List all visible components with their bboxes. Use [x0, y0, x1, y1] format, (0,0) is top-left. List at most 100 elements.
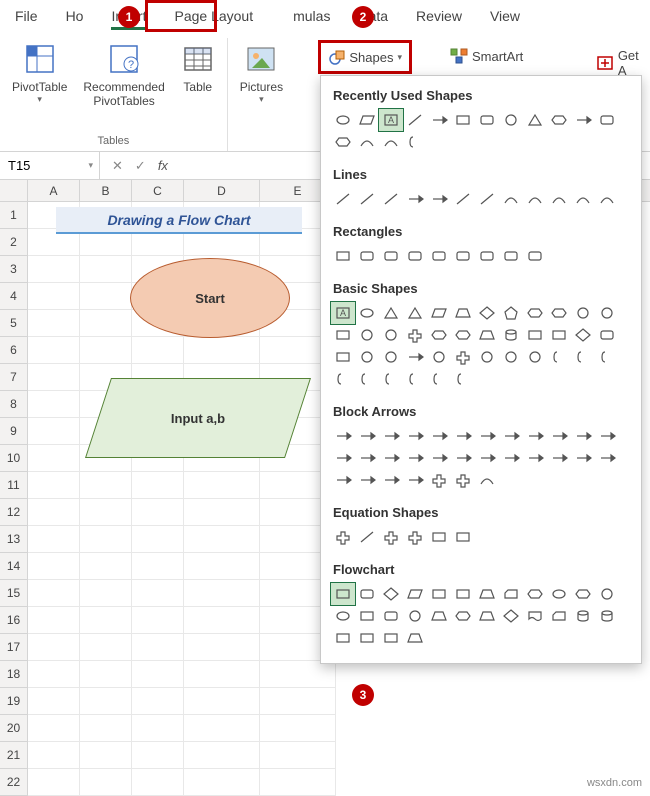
- row-22[interactable]: 22: [0, 769, 28, 796]
- line8[interactable]: [499, 188, 523, 210]
- eq4[interactable]: [403, 526, 427, 548]
- cell[interactable]: [132, 499, 184, 526]
- cell[interactable]: [28, 445, 80, 472]
- fc13[interactable]: [355, 605, 379, 627]
- cell[interactable]: [132, 526, 184, 553]
- b31[interactable]: [499, 346, 523, 368]
- b5[interactable]: [451, 302, 475, 324]
- fc16[interactable]: [427, 605, 451, 627]
- line2[interactable]: [355, 188, 379, 210]
- b27[interactable]: [403, 346, 427, 368]
- pictures-button[interactable]: Pictures ▾: [236, 38, 287, 109]
- b14[interactable]: [379, 324, 403, 346]
- r3[interactable]: [379, 245, 403, 267]
- ba11[interactable]: [595, 425, 619, 447]
- r6[interactable]: [451, 245, 475, 267]
- cell[interactable]: [80, 688, 132, 715]
- ba14[interactable]: [379, 447, 403, 469]
- cell[interactable]: [132, 607, 184, 634]
- fc11[interactable]: [595, 583, 619, 605]
- fc10[interactable]: [571, 583, 595, 605]
- ba_x0[interactable]: [427, 469, 451, 491]
- fc18[interactable]: [475, 605, 499, 627]
- fc17[interactable]: [451, 605, 475, 627]
- eq3[interactable]: [379, 526, 403, 548]
- cell[interactable]: [28, 634, 80, 661]
- cell[interactable]: [28, 607, 80, 634]
- ba21[interactable]: [547, 447, 571, 469]
- r1[interactable]: [331, 245, 355, 267]
- row-21[interactable]: 21: [0, 742, 28, 769]
- ba18[interactable]: [475, 447, 499, 469]
- cell[interactable]: [260, 769, 336, 796]
- flowchart-input-parallelogram[interactable]: Input a,b: [98, 378, 298, 458]
- cell[interactable]: [132, 742, 184, 769]
- cell[interactable]: [184, 607, 260, 634]
- row-18[interactable]: 18: [0, 661, 28, 688]
- cell[interactable]: [184, 472, 260, 499]
- tab-home[interactable]: Ho: [66, 8, 84, 24]
- cell[interactable]: [28, 661, 80, 688]
- shape-curve[interactable]: [355, 131, 379, 153]
- b41[interactable]: [451, 368, 475, 390]
- row-9[interactable]: 9: [0, 418, 28, 445]
- row-14[interactable]: 14: [0, 553, 28, 580]
- shape-circ[interactable]: [499, 109, 523, 131]
- row-20[interactable]: 20: [0, 715, 28, 742]
- col-C[interactable]: C: [132, 180, 184, 201]
- shape-line[interactable]: [403, 109, 427, 131]
- shape-par[interactable]: [355, 109, 379, 131]
- cell[interactable]: [28, 256, 80, 283]
- row-1[interactable]: 1: [0, 202, 28, 229]
- b7[interactable]: [499, 302, 523, 324]
- b36[interactable]: [331, 368, 355, 390]
- tab-pagelayout[interactable]: Page Layout: [174, 8, 253, 24]
- ba3[interactable]: [403, 425, 427, 447]
- cell[interactable]: [184, 499, 260, 526]
- ba10[interactable]: [571, 425, 595, 447]
- recommended-pivottables-button[interactable]: ? Recommended PivotTables: [79, 38, 168, 113]
- cell[interactable]: [80, 283, 132, 310]
- ba20[interactable]: [523, 447, 547, 469]
- fc7[interactable]: [499, 583, 523, 605]
- b6[interactable]: [475, 302, 499, 324]
- fc6[interactable]: [475, 583, 499, 605]
- r8[interactable]: [499, 245, 523, 267]
- r2[interactable]: [355, 245, 379, 267]
- col-B[interactable]: B: [80, 180, 132, 201]
- row-4[interactable]: 4: [0, 283, 28, 310]
- b32[interactable]: [523, 346, 547, 368]
- name-box[interactable]: T15▾: [0, 152, 100, 179]
- line6[interactable]: [451, 188, 475, 210]
- cell[interactable]: [184, 742, 260, 769]
- ba7[interactable]: [499, 425, 523, 447]
- shape-rrect[interactable]: [475, 109, 499, 131]
- cell[interactable]: [184, 580, 260, 607]
- cell[interactable]: [184, 688, 260, 715]
- line12[interactable]: [595, 188, 619, 210]
- fc0[interactable]: [331, 583, 355, 605]
- cell[interactable]: [184, 769, 260, 796]
- cell[interactable]: [80, 526, 132, 553]
- cell[interactable]: [28, 769, 80, 796]
- b2[interactable]: [379, 302, 403, 324]
- shape-text[interactable]: A: [379, 109, 403, 131]
- ba13[interactable]: [355, 447, 379, 469]
- col-A[interactable]: A: [28, 180, 80, 201]
- b30[interactable]: [475, 346, 499, 368]
- b8[interactable]: [523, 302, 547, 324]
- line11[interactable]: [571, 188, 595, 210]
- ba1[interactable]: [355, 425, 379, 447]
- line4[interactable]: [403, 188, 427, 210]
- ba9[interactable]: [547, 425, 571, 447]
- b9[interactable]: [547, 302, 571, 324]
- fc5[interactable]: [451, 583, 475, 605]
- shape-hex2[interactable]: [331, 131, 355, 153]
- cell[interactable]: [260, 742, 336, 769]
- fc12[interactable]: [331, 605, 355, 627]
- row-2[interactable]: 2: [0, 229, 28, 256]
- row-10[interactable]: 10: [0, 445, 28, 472]
- r5[interactable]: [427, 245, 451, 267]
- ba23[interactable]: [595, 447, 619, 469]
- cell[interactable]: [28, 580, 80, 607]
